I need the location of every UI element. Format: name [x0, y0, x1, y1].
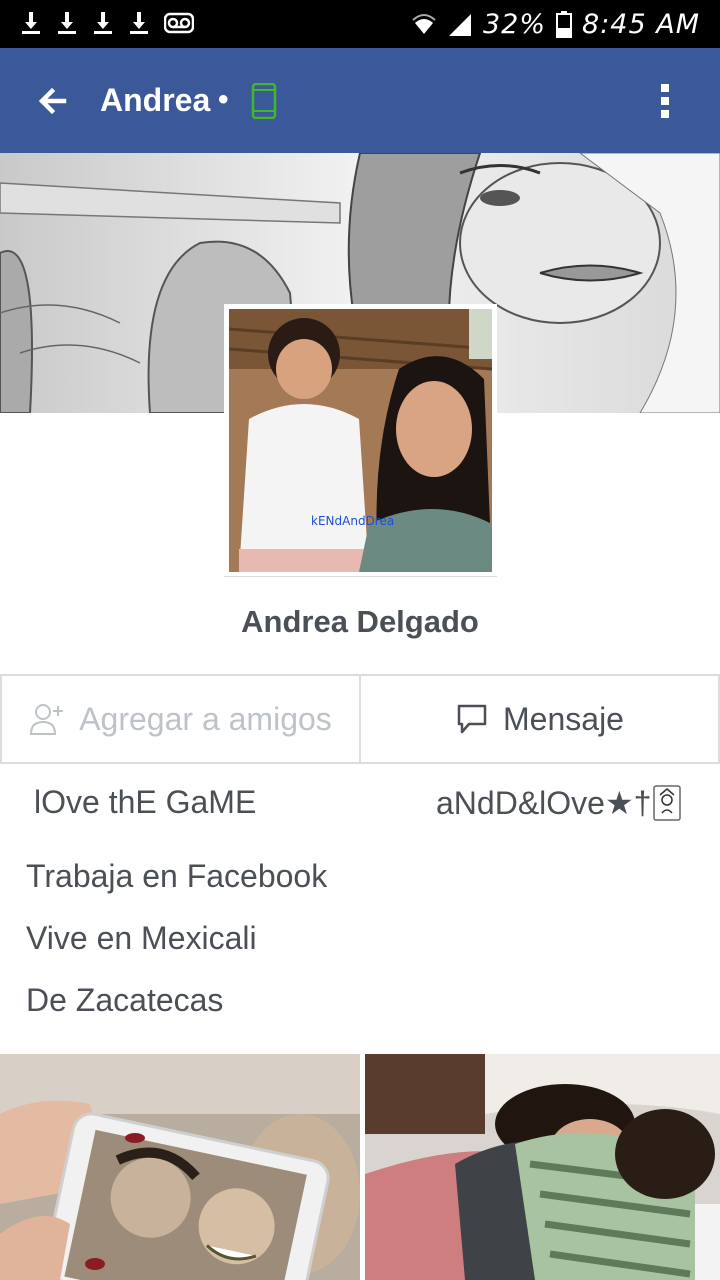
message-label: Mensaje: [503, 700, 624, 737]
add-friend-icon: [30, 704, 64, 735]
download-icon: [22, 12, 40, 34]
photo-caption: kENdAndDrea: [311, 514, 394, 528]
download-icon: [58, 12, 76, 34]
battery-icon: [556, 11, 573, 38]
battery-percent: 32%: [483, 8, 547, 40]
back-arrow-icon[interactable]: [30, 80, 76, 122]
status-bar: 32% 8:45 AM: [0, 0, 720, 48]
profile-name: Andrea Delgado: [241, 604, 479, 639]
system-icons: 32% 8:45 AM: [411, 6, 700, 42]
voicemail-icon: [164, 12, 194, 34]
notification-icons: [20, 10, 194, 36]
add-friend-label: Agregar a amigos: [79, 700, 332, 737]
signal-icon: [449, 14, 471, 36]
wifi-icon: [412, 14, 436, 34]
more-options-icon[interactable]: [650, 78, 680, 124]
app-bar: Andrea •: [0, 48, 720, 153]
separator-dot: •: [218, 83, 229, 116]
hometown-info: De Zacatecas: [26, 982, 224, 1018]
message-icon: [457, 704, 487, 734]
photo-thumbnail[interactable]: [365, 1054, 720, 1280]
mobile-icon: [251, 83, 277, 119]
action-bar: Agregar a amigos Mensaje: [0, 674, 720, 764]
bio-text-left: lOve thE GaME: [34, 784, 257, 820]
download-icon: [130, 12, 148, 34]
photo-thumbnail[interactable]: [0, 1054, 360, 1280]
page-title: Andrea: [100, 82, 211, 118]
clock: 8:45 AM: [582, 8, 700, 40]
lives-info: Vive en Mexicali: [26, 920, 257, 956]
download-icon: [94, 12, 112, 34]
work-info: Trabaja en Facebook: [26, 858, 328, 894]
joker-card-icon: [653, 785, 682, 821]
add-friend-button[interactable]: Agregar a amigos: [0, 676, 361, 762]
message-button[interactable]: Mensaje: [361, 676, 720, 762]
bio-text-right-label: aNdD&lOve★†: [436, 785, 652, 821]
bio-text-right: aNdD&lOve★†: [436, 784, 682, 822]
profile-picture[interactable]: kENdAndDrea: [224, 304, 497, 577]
